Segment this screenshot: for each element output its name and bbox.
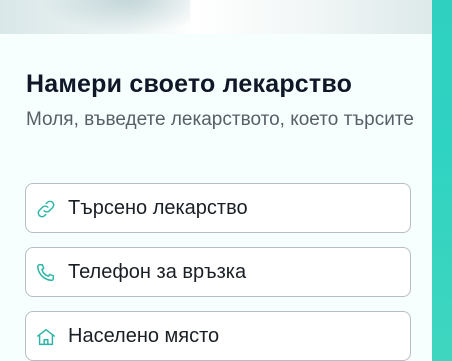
phone-input-placeholder: Телефон за връзка <box>68 261 247 283</box>
phone-icon <box>35 262 57 284</box>
accent-bar <box>432 0 452 361</box>
link-icon <box>35 198 57 220</box>
hero-image-shade <box>40 0 190 34</box>
medicine-input[interactable]: Търсено лекарство <box>25 183 411 233</box>
page-title: Намери своето лекарство <box>26 70 353 98</box>
phone-input[interactable]: Телефон за връзка <box>25 247 411 297</box>
home-icon <box>35 326 57 348</box>
page-subtitle: Моля, въведете лекарството, което търсит… <box>26 109 414 130</box>
location-input[interactable]: Населено място <box>25 311 411 361</box>
location-input-placeholder: Населено място <box>68 325 220 347</box>
hero-image <box>0 0 432 34</box>
medicine-input-placeholder: Търсено лекарство <box>68 197 248 219</box>
